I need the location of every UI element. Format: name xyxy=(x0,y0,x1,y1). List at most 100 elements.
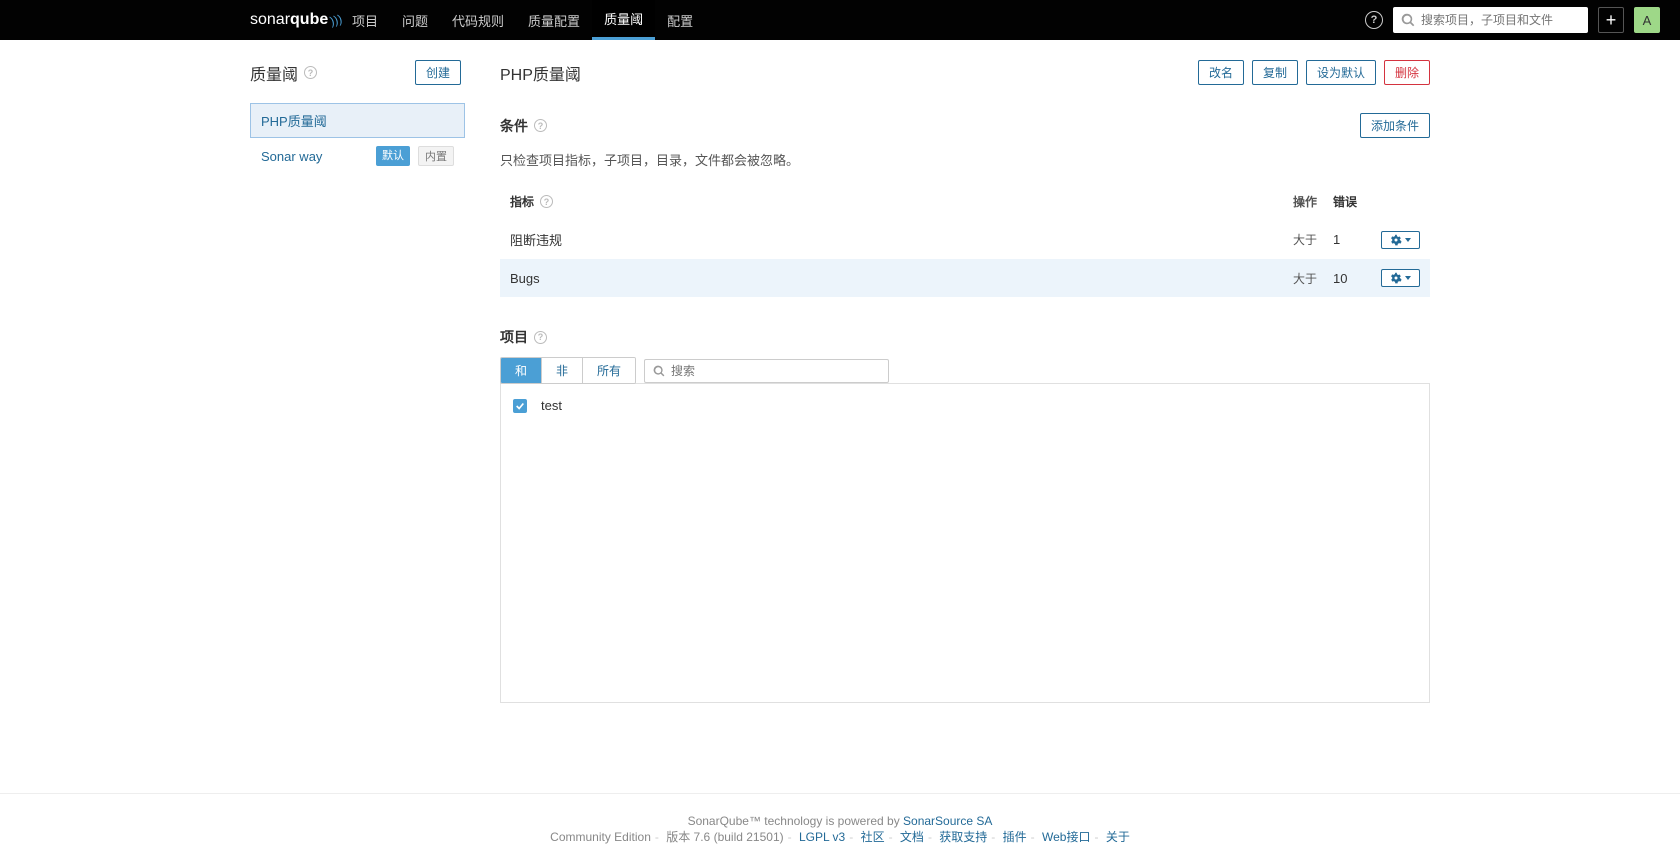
nav-quality-gates[interactable]: 质量阈 xyxy=(592,0,655,40)
cond-err: 10 xyxy=(1333,271,1375,286)
footer-link-community[interactable]: 社区 xyxy=(861,830,885,844)
set-default-button[interactable]: 设为默认 xyxy=(1306,60,1376,85)
conditions-desc: 只检查项目指标，子项目，目录，文件都会被忽略。 xyxy=(500,150,1430,169)
sidebar-title: 质量阈 ? xyxy=(250,61,317,85)
cond-metric: 阻断违规 xyxy=(510,230,1293,249)
nav-projects[interactable]: 项目 xyxy=(340,0,390,40)
caret-down-icon xyxy=(1405,238,1411,242)
create-gate-button[interactable]: 创建 xyxy=(415,60,461,85)
footer-link-docs[interactable]: 文档 xyxy=(900,830,924,844)
gate-actions: 改名 复制 设为默认 删除 xyxy=(1198,60,1430,85)
col-metric: 指标 ? xyxy=(510,193,1293,210)
condition-row: Bugs 大于 10 xyxy=(500,259,1430,297)
filter-tabs: 和 非 所有 xyxy=(500,357,636,384)
cond-op: 大于 xyxy=(1293,231,1333,248)
conditions-title: 条件 ? xyxy=(500,116,547,136)
footer: SonarQube™ technology is powered by Sona… xyxy=(0,793,1680,865)
project-row[interactable]: test xyxy=(513,394,1417,417)
gate-item-sonarway[interactable]: Sonar way 默认 内置 xyxy=(250,138,465,174)
main: 质量阈 ? 创建 PHP质量阈 Sonar way 默认 内置 PHP质量阈 改… xyxy=(0,40,1680,753)
project-checkbox[interactable] xyxy=(513,399,527,413)
gate-title: PHP质量阈 xyxy=(500,61,581,85)
footer-link-lgpl[interactable]: LGPL v3 xyxy=(799,830,845,844)
rename-button[interactable]: 改名 xyxy=(1198,60,1244,85)
footer-link-support[interactable]: 获取支持 xyxy=(939,830,987,844)
col-act xyxy=(1375,193,1420,210)
footer-link-plugins[interactable]: 插件 xyxy=(1003,830,1027,844)
footer-version: 版本 7.6 (build 21501) xyxy=(666,830,783,844)
gate-badges: 默认 内置 xyxy=(372,146,454,166)
caret-down-icon xyxy=(1405,276,1411,280)
gate-item-php[interactable]: PHP质量阈 xyxy=(250,103,465,138)
footer-link-about[interactable]: 关于 xyxy=(1106,830,1130,844)
nav-admin[interactable]: 配置 xyxy=(655,0,705,40)
copy-button[interactable]: 复制 xyxy=(1252,60,1298,85)
footer-link-webapi[interactable]: Web接口 xyxy=(1042,830,1090,844)
filter-tab-without[interactable]: 非 xyxy=(542,358,583,383)
footer-line2: Community Edition- 版本 7.6 (build 21501)-… xyxy=(0,828,1680,845)
col-metric-label: 指标 xyxy=(510,193,534,210)
condition-settings-button[interactable] xyxy=(1381,269,1420,287)
logo-wave-icon: ))) xyxy=(329,12,344,29)
gear-icon xyxy=(1390,234,1402,246)
info-icon[interactable]: ? xyxy=(534,119,547,132)
sidebar-title-text: 质量阈 xyxy=(250,61,298,85)
projects-controls: 和 非 所有 xyxy=(500,357,1430,384)
projects-title: 项目 ? xyxy=(500,327,1430,347)
col-op: 操作 xyxy=(1293,193,1333,210)
info-icon[interactable]: ? xyxy=(540,195,553,208)
projects-section: 项目 ? 和 非 所有 test xyxy=(500,327,1430,703)
projects-search-input[interactable] xyxy=(671,364,880,378)
project-name: test xyxy=(541,398,562,413)
cond-op: 大于 xyxy=(1293,270,1333,287)
projects-title-text: 项目 xyxy=(500,327,528,347)
footer-line1: SonarQube™ technology is powered by Sona… xyxy=(0,814,1680,828)
conditions-table: 指标 ? 操作 错误 阻断违规 大于 1 xyxy=(500,187,1430,297)
conditions-table-head: 指标 ? 操作 错误 xyxy=(500,187,1430,220)
nav-quality-profiles[interactable]: 质量配置 xyxy=(516,0,592,40)
global-search[interactable] xyxy=(1393,7,1588,33)
info-icon[interactable]: ? xyxy=(304,66,317,79)
search-icon xyxy=(653,365,665,377)
search-icon xyxy=(1401,13,1415,27)
user-avatar[interactable]: A xyxy=(1634,7,1660,33)
delete-button[interactable]: 删除 xyxy=(1384,60,1430,85)
footer-edition: Community Edition xyxy=(550,830,651,844)
filter-tab-with[interactable]: 和 xyxy=(501,358,542,383)
info-icon[interactable]: ? xyxy=(534,331,547,344)
create-button[interactable]: + xyxy=(1598,7,1624,33)
cond-err: 1 xyxy=(1333,232,1375,247)
global-search-input[interactable] xyxy=(1421,13,1580,27)
col-err: 错误 xyxy=(1333,193,1375,210)
sidebar: 质量阈 ? 创建 PHP质量阈 Sonar way 默认 内置 xyxy=(250,40,465,753)
filter-tab-all[interactable]: 所有 xyxy=(583,358,635,383)
gate-name: PHP质量阈 xyxy=(261,111,327,130)
conditions-section: 条件 ? 添加条件 只检查项目指标，子项目，目录，文件都会被忽略。 指标 ? 操… xyxy=(500,113,1430,297)
help-icon[interactable]: ? xyxy=(1365,11,1383,29)
sidebar-header: 质量阈 ? 创建 xyxy=(250,60,465,85)
condition-row: 阻断违规 大于 1 xyxy=(500,220,1430,259)
badge-builtin: 内置 xyxy=(418,146,454,166)
cond-metric: Bugs xyxy=(510,271,1293,286)
logo-text-b: qube xyxy=(290,11,328,29)
projects-search[interactable] xyxy=(644,359,889,383)
logo-text-a: sonar xyxy=(250,11,290,29)
topbar-right: ? + A xyxy=(1365,7,1660,33)
nav-rules[interactable]: 代码规则 xyxy=(440,0,516,40)
cond-act xyxy=(1375,269,1420,287)
gear-icon xyxy=(1390,272,1402,284)
content-header: PHP质量阈 改名 复制 设为默认 删除 xyxy=(500,60,1430,85)
topbar: sonarqube ))) 项目 问题 代码规则 质量配置 质量阈 配置 ? +… xyxy=(0,0,1680,40)
footer-text: SonarQube™ technology is powered by xyxy=(688,814,903,828)
footer-sonarsource-link[interactable]: SonarSource SA xyxy=(903,814,992,828)
content: PHP质量阈 改名 复制 设为默认 删除 条件 ? 添加条件 只检查项目指标，子… xyxy=(465,40,1430,753)
nav-issues[interactable]: 问题 xyxy=(390,0,440,40)
badge-default: 默认 xyxy=(376,146,410,166)
condition-settings-button[interactable] xyxy=(1381,231,1420,249)
gate-name: Sonar way xyxy=(261,149,322,164)
add-condition-button[interactable]: 添加条件 xyxy=(1360,113,1430,138)
logo[interactable]: sonarqube ))) xyxy=(250,11,342,29)
cond-act xyxy=(1375,231,1420,249)
main-nav: 项目 问题 代码规则 质量配置 质量阈 配置 xyxy=(340,0,705,40)
check-icon xyxy=(515,401,525,411)
